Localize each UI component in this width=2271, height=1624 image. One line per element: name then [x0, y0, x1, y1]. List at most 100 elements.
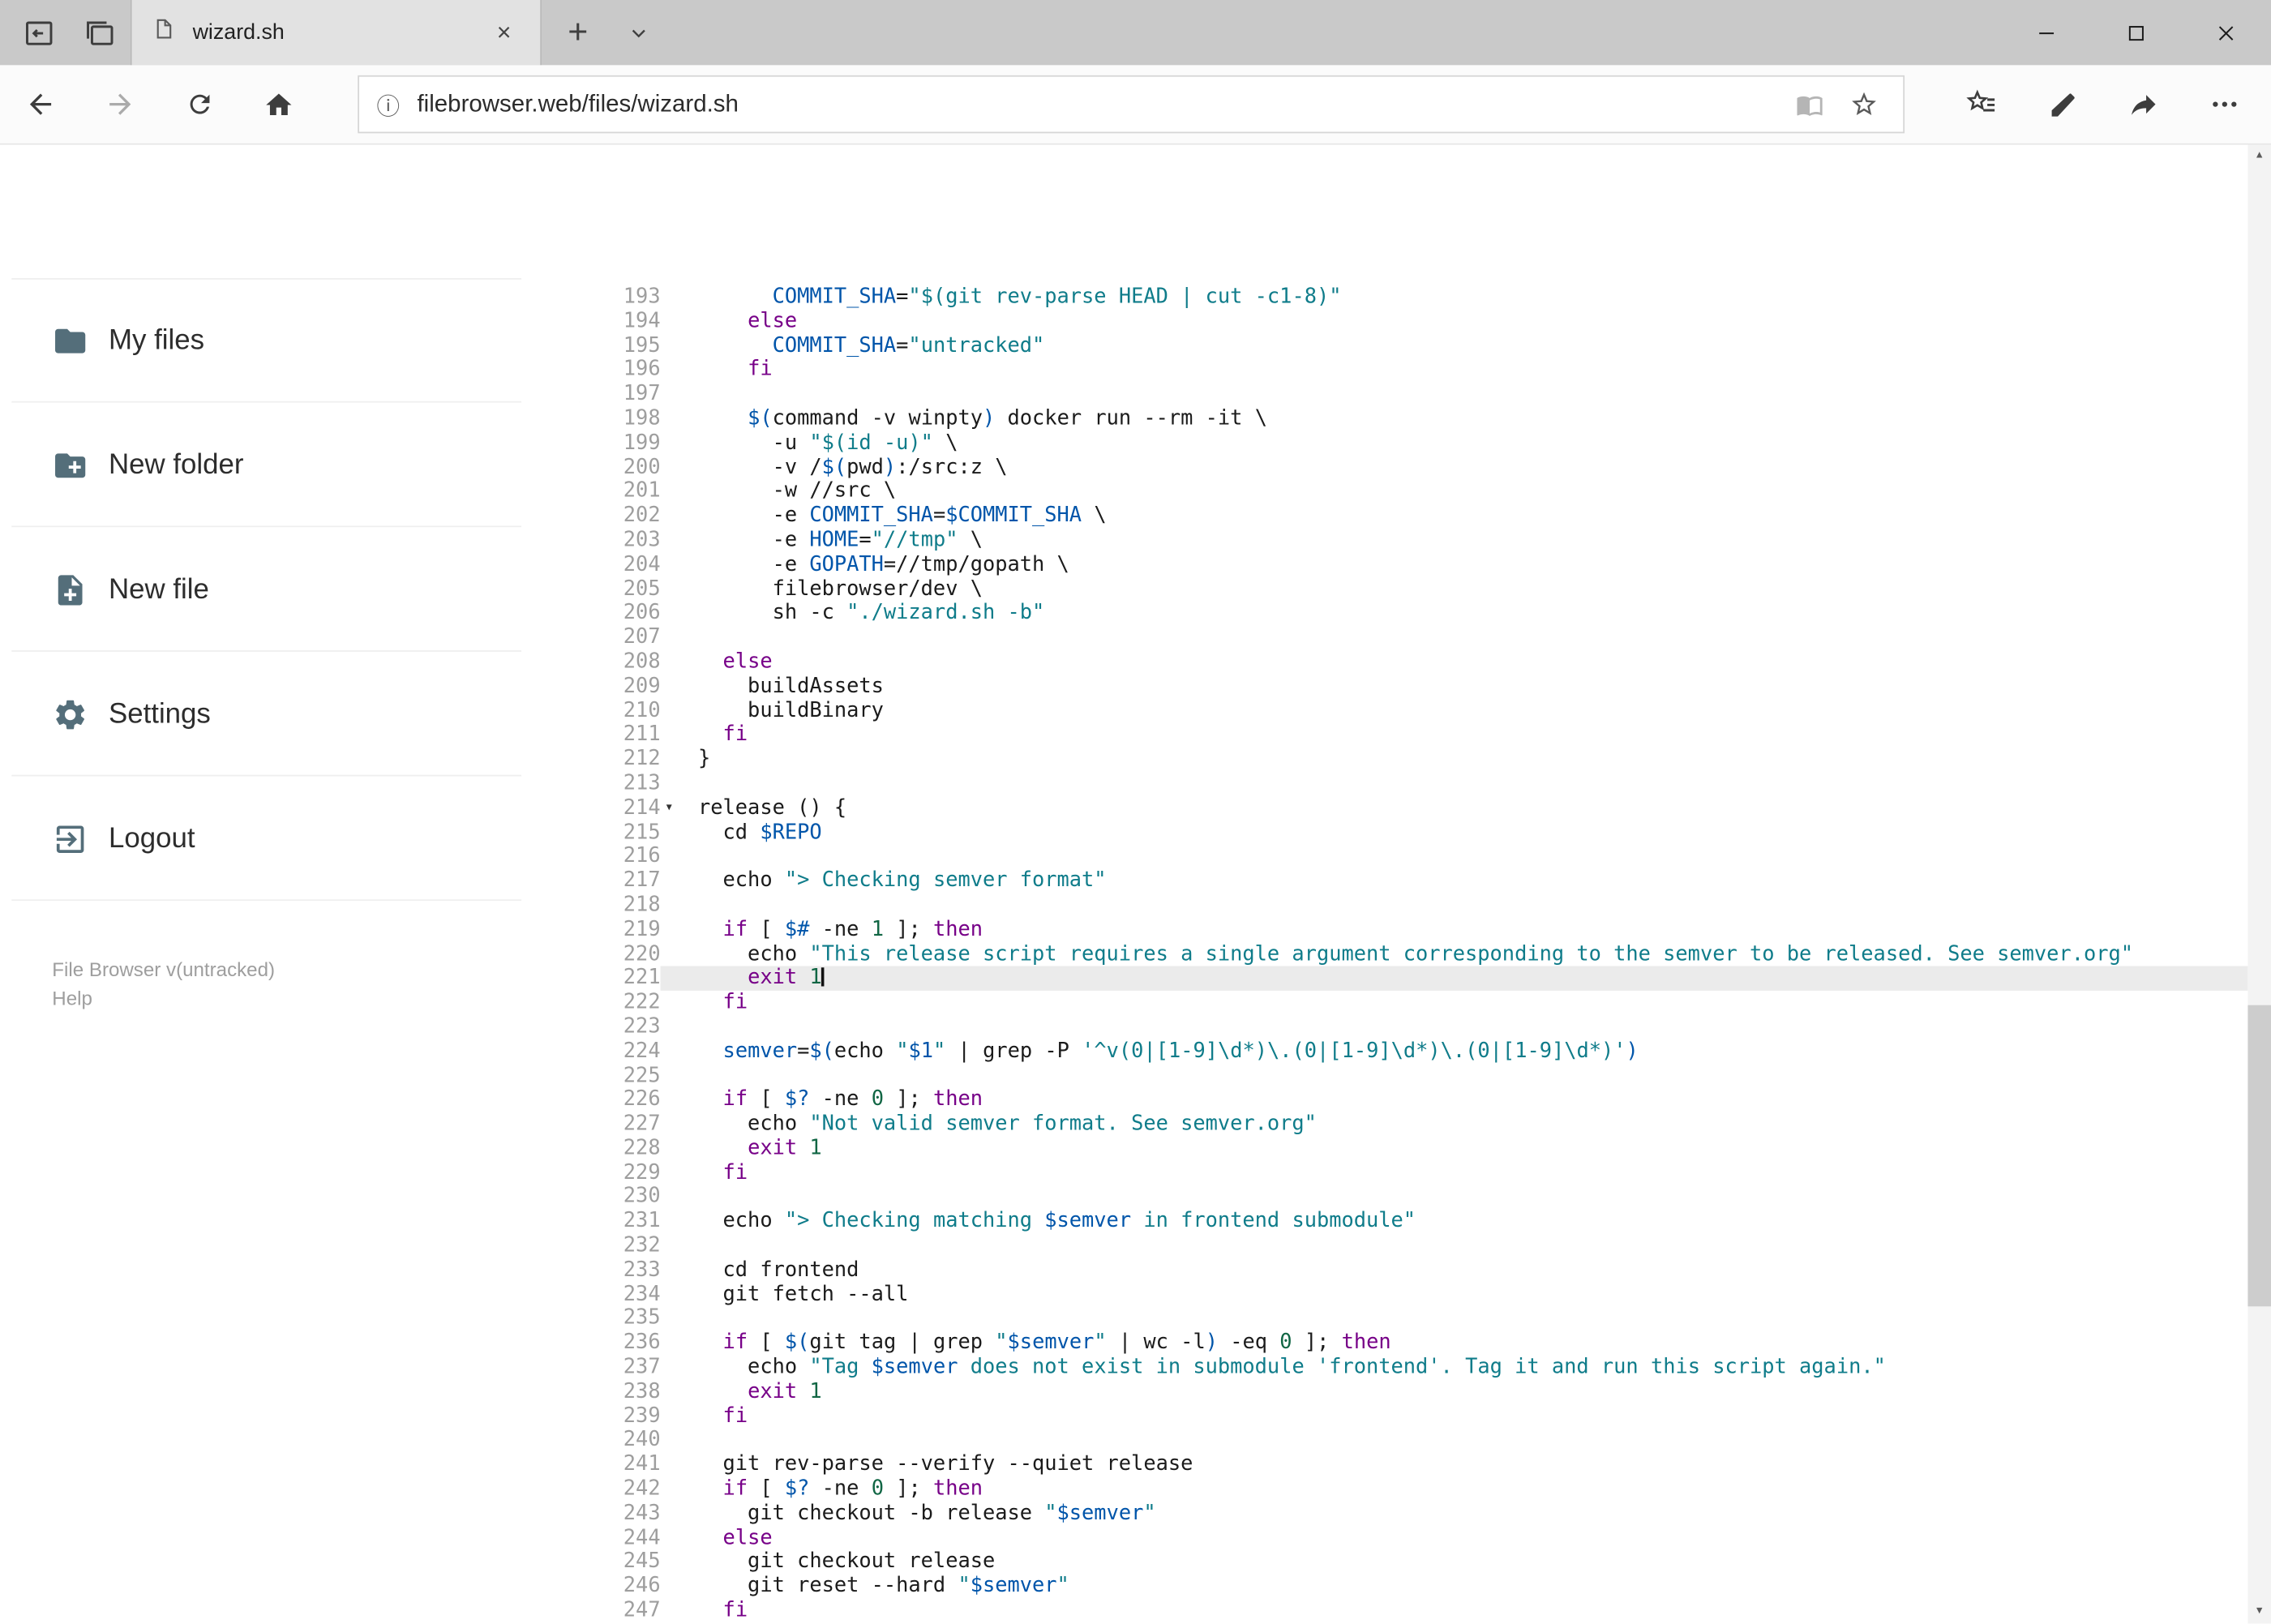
code-line[interactable]: 211 fi [580, 723, 2248, 748]
code-line[interactable]: 214 ▾ release () { [580, 796, 2248, 821]
code-line[interactable]: 233 cd frontend [580, 1258, 2248, 1283]
code-text[interactable]: exit 1 [698, 966, 2248, 992]
code-line[interactable]: 226 if [ $? -ne 0 ]; then [580, 1088, 2248, 1112]
code-text[interactable]: else [698, 650, 2247, 675]
code-line[interactable]: 197 [580, 383, 2248, 407]
code-line[interactable]: 244 else [580, 1526, 2248, 1550]
code-text[interactable]: } [698, 748, 2247, 772]
code-text[interactable]: echo "Tag $semver does not exist in subm… [698, 1356, 2247, 1380]
code-line[interactable]: 199 -u "$(id -u)" \ [580, 431, 2248, 456]
code-line[interactable]: 205 filebrowser/dev \ [580, 577, 2248, 602]
code-text[interactable]: semver=$(echo "$1" | grep -P '^v(0|[1-9]… [698, 1039, 2247, 1064]
code-text[interactable]: git fetch --all [698, 1283, 2247, 1307]
code-text[interactable] [698, 845, 2247, 869]
code-line[interactable]: 230 [580, 1185, 2248, 1210]
fold-arrow-icon[interactable]: ▾ [661, 796, 698, 821]
sidebar-item-new-file[interactable]: New file [0, 527, 580, 652]
code-line[interactable]: 232 [580, 1234, 2248, 1258]
code-line[interactable]: 207 [580, 626, 2248, 650]
code-text[interactable] [698, 1234, 2247, 1258]
code-text[interactable]: -v /$(pwd):/src:z \ [698, 456, 2247, 480]
code-line[interactable]: 239 fi [580, 1404, 2248, 1429]
code-text[interactable]: exit 1 [698, 1380, 2247, 1404]
code-text[interactable]: sh -c "./wizard.sh -b" [698, 602, 2247, 626]
code-line[interactable]: 236 if [ $(git tag | grep "$semver" | wc… [580, 1331, 2248, 1356]
scrollbar-thumb[interactable] [2247, 1005, 2271, 1307]
code-text[interactable]: echo "> Checking semver format" [698, 869, 2247, 893]
code-line[interactable]: 206 sh -c "./wizard.sh -b" [580, 602, 2248, 626]
sidebar-item-settings[interactable]: Settings [0, 652, 580, 777]
code-line[interactable]: 221 exit 1 [580, 966, 2248, 992]
code-text[interactable] [698, 1307, 2247, 1331]
tab-list-chevron-icon[interactable] [611, 0, 666, 65]
code-text[interactable]: if [ $? -ne 0 ]; then [698, 1477, 2247, 1502]
code-line[interactable]: 228 exit 1 [580, 1137, 2248, 1161]
code-line[interactable]: 216 [580, 845, 2248, 869]
code-line[interactable]: 200 -v /$(pwd):/src:z \ [580, 456, 2248, 480]
new-tab-button[interactable]: + [551, 0, 606, 65]
code-text[interactable]: git checkout release [698, 1550, 2247, 1575]
code-line[interactable]: 201 -w //src \ [580, 480, 2248, 504]
code-text[interactable]: $(command -v winpty) docker run --rm -it… [698, 407, 2247, 431]
code-text[interactable]: COMMIT_SHA="$(git rev-parse HEAD | cut -… [698, 285, 2247, 310]
code-text[interactable]: filebrowser/dev \ [698, 577, 2247, 602]
code-text[interactable]: else [698, 310, 2247, 334]
scroll-down-arrow-icon[interactable]: ▼ [2247, 1600, 2271, 1624]
code-line[interactable]: 238 exit 1 [580, 1380, 2248, 1404]
code-text[interactable]: echo "> Checking matching $semver in fro… [698, 1210, 2247, 1234]
code-line[interactable]: 235 [580, 1307, 2248, 1331]
tabs-set-aside-icon[interactable] [72, 0, 127, 65]
code-line[interactable]: 219 if [ $# -ne 1 ]; then [580, 918, 2248, 942]
code-text[interactable]: -u "$(id -u)" \ [698, 431, 2247, 456]
code-text[interactable]: fi [698, 1599, 2247, 1623]
code-line[interactable]: 213 [580, 772, 2248, 796]
code-text[interactable] [698, 1429, 2247, 1453]
code-text[interactable]: exit 1 [698, 1137, 2247, 1161]
code-text[interactable] [698, 893, 2247, 918]
home-button[interactable] [239, 64, 319, 144]
code-text[interactable]: -e COMMIT_SHA=$COMMIT_SHA \ [698, 504, 2247, 529]
code-text[interactable]: -w //src \ [698, 480, 2247, 504]
sidebar-item-logout[interactable]: Logout [0, 776, 580, 902]
code-line[interactable]: 231 echo "> Checking matching $semver in… [580, 1210, 2248, 1234]
code-text[interactable]: if [ $? -ne 0 ]; then [698, 1088, 2247, 1112]
code-line[interactable]: 220 echo "This release script requires a… [580, 942, 2248, 966]
code-text[interactable]: cd $REPO [698, 821, 2247, 845]
code-text[interactable]: fi [698, 991, 2247, 1015]
site-info-icon[interactable]: ⓘ [376, 87, 400, 122]
code-line[interactable]: 222 fi [580, 991, 2248, 1015]
code-line[interactable]: 243 git checkout -b release "$semver" [580, 1502, 2248, 1526]
close-button[interactable] [2181, 0, 2271, 65]
code-line[interactable]: 225 [580, 1064, 2248, 1088]
code-line[interactable]: 237 echo "Tag $semver does not exist in … [580, 1356, 2248, 1380]
add-favorite-star-icon[interactable] [1836, 77, 1892, 132]
code-text[interactable]: git rev-parse --verify --quiet release [698, 1453, 2247, 1477]
code-text[interactable] [698, 772, 2247, 796]
code-line[interactable]: 208 else [580, 650, 2248, 675]
code-line[interactable]: 234 git fetch --all [580, 1283, 2248, 1307]
hub-favorites-icon[interactable] [1941, 64, 2022, 144]
code-text[interactable]: fi [698, 1404, 2247, 1429]
code-text[interactable]: git checkout -b release "$semver" [698, 1502, 2247, 1526]
code-line[interactable]: 240 [580, 1429, 2248, 1453]
code-text[interactable] [698, 1185, 2247, 1210]
code-line[interactable]: 247 fi [580, 1599, 2248, 1623]
back-button[interactable] [0, 64, 79, 144]
code-line[interactable]: 246 git reset --hard "$semver" [580, 1575, 2248, 1599]
code-line[interactable]: 193 COMMIT_SHA="$(git rev-parse HEAD | c… [580, 285, 2248, 310]
code-line[interactable]: 210 buildBinary [580, 699, 2248, 723]
code-line[interactable]: 194 else [580, 310, 2248, 334]
code-text[interactable] [698, 1015, 2247, 1039]
reading-view-icon[interactable] [1781, 77, 1836, 132]
set-tabs-aside-icon[interactable] [11, 0, 66, 65]
code-text[interactable]: release () { [698, 796, 2247, 821]
code-line[interactable]: 195 COMMIT_SHA="untracked" [580, 334, 2248, 358]
code-text[interactable]: fi [698, 358, 2247, 383]
code-line[interactable]: 223 [580, 1015, 2248, 1039]
page-scrollbar[interactable]: ▲ ▼ [2247, 144, 2271, 1624]
sidebar-item-my-files[interactable]: My files [0, 277, 580, 403]
minimize-button[interactable] [2002, 0, 2092, 65]
code-line[interactable]: 209 buildAssets [580, 675, 2248, 699]
more-options-icon[interactable] [2184, 64, 2265, 144]
code-text[interactable] [698, 1064, 2247, 1088]
